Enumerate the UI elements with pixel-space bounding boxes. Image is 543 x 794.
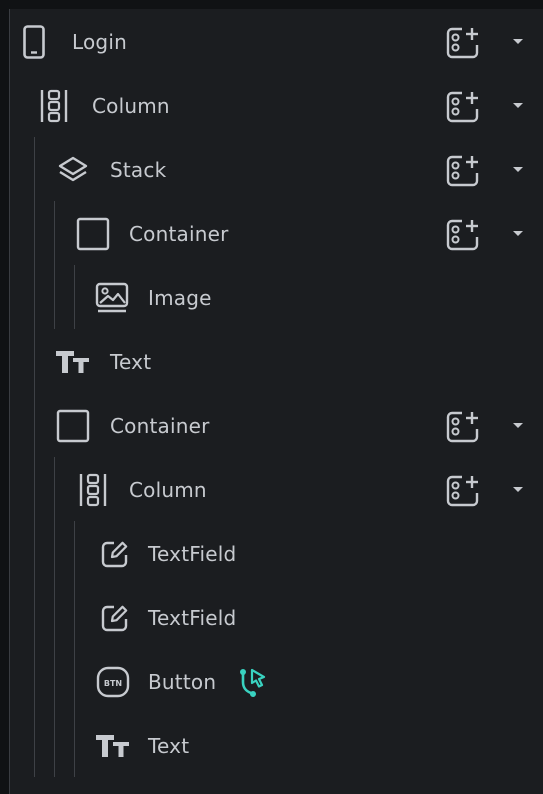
image-icon [94, 280, 130, 316]
tree-row-label: Text [148, 734, 190, 758]
tree-row-text[interactable]: Text [10, 714, 543, 778]
stack-icon [55, 152, 91, 188]
tree-row-label: Button [148, 670, 217, 694]
tree-row-login[interactable]: Login [10, 10, 543, 74]
chevron-down-icon[interactable] [506, 482, 530, 498]
chevron-down-icon[interactable] [506, 98, 530, 114]
chevron-down-icon[interactable] [506, 34, 530, 50]
add-widget-icon[interactable] [443, 24, 483, 62]
text-icon [55, 344, 91, 380]
add-widget-icon[interactable] [443, 408, 483, 446]
tree-row-button[interactable]: BTN Button [10, 650, 543, 714]
tree-row-label: Container [110, 414, 210, 438]
add-widget-icon[interactable] [443, 216, 483, 254]
tree-row-text[interactable]: Text [10, 330, 543, 394]
column-icon [36, 88, 72, 124]
tree-row-label: Login [72, 30, 127, 54]
text-icon [95, 728, 131, 764]
tree-row-container[interactable]: Container [10, 202, 543, 266]
phone-icon [16, 24, 52, 60]
add-widget-icon[interactable] [443, 152, 483, 190]
add-widget-icon[interactable] [443, 472, 483, 510]
tree-row-label: Text [110, 350, 152, 374]
tree-row-label: TextField [148, 606, 237, 630]
textfield-icon [97, 536, 133, 572]
tree-row-container[interactable]: Container [10, 394, 543, 458]
tree-row-column[interactable]: Column [10, 74, 543, 138]
tree-row-image[interactable]: Image [10, 266, 543, 330]
tree-row-label: TextField [148, 542, 237, 566]
textfield-icon [97, 600, 133, 636]
chevron-down-icon[interactable] [506, 226, 530, 242]
tree-row-label: Stack [110, 158, 167, 182]
add-widget-icon[interactable] [443, 88, 483, 126]
container-icon [55, 408, 91, 444]
tree-row-label: Column [92, 94, 170, 118]
container-icon [75, 216, 111, 252]
tree-row-textfield[interactable]: TextField [10, 586, 543, 650]
button-icon-text: BTN [104, 679, 122, 688]
tree-row-label: Image [148, 286, 212, 310]
column-icon [75, 472, 111, 508]
chevron-down-icon[interactable] [506, 418, 530, 434]
action-flow-icon[interactable] [236, 666, 270, 700]
widget-tree-panel: Login Column Stack Container Image Text … [9, 9, 543, 794]
chevron-down-icon[interactable] [506, 162, 530, 178]
tree-row-label: Column [129, 478, 207, 502]
tree-row-stack[interactable]: Stack [10, 138, 543, 202]
button-icon: BTN [95, 664, 131, 700]
tree-row-label: Container [129, 222, 229, 246]
tree-row-column[interactable]: Column [10, 458, 543, 522]
tree-row-textfield[interactable]: TextField [10, 522, 543, 586]
app-frame: Login Column Stack Container Image Text … [0, 0, 543, 794]
